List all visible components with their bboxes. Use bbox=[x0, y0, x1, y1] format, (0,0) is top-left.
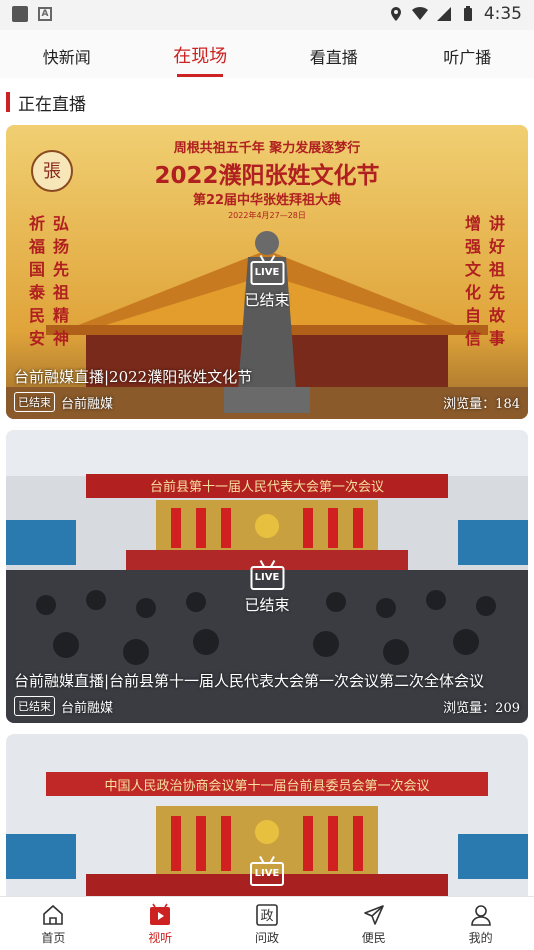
card-footer: 已结束 台前融媒 浏览量：209 bbox=[14, 696, 520, 716]
card-title: 台前融媒直播|2022濮阳张姓文化节 bbox=[14, 368, 253, 386]
svg-text:2022年4月27—28日: 2022年4月27—28日 bbox=[228, 210, 306, 220]
svg-text:政: 政 bbox=[260, 909, 273, 924]
nav-profile[interactable]: 我的 bbox=[427, 897, 534, 950]
live-tv-icon: LIVE bbox=[250, 862, 284, 886]
wifi-icon bbox=[411, 6, 428, 21]
live-status: 已结束 bbox=[244, 596, 290, 614]
card-source: 台前融媒 bbox=[61, 396, 114, 412]
card-source: 台前融媒 bbox=[61, 700, 114, 716]
section-title: 正在直播 bbox=[18, 94, 86, 115]
top-tab-bar: 快新闻 在现场 看直播 听广播 bbox=[0, 30, 534, 78]
nav-video-label: 视听 bbox=[148, 931, 173, 945]
video-play-icon bbox=[150, 903, 171, 925]
notification-icon bbox=[12, 6, 28, 22]
location-icon bbox=[390, 7, 401, 21]
live-status: 已结束 bbox=[244, 291, 290, 309]
view-count: 浏览量：184 bbox=[443, 396, 520, 412]
home-icon bbox=[43, 904, 64, 925]
section-accent-bar bbox=[6, 92, 10, 112]
card-footer: 已结束 台前融媒 浏览量：184 bbox=[14, 392, 520, 412]
ended-badge: 已结束 bbox=[14, 696, 55, 716]
view-count: 浏览量：209 bbox=[443, 700, 520, 716]
nav-home-label: 首页 bbox=[41, 931, 66, 945]
svg-text:第22届中华张姓拜祖大典: 第22届中华张姓拜祖大典 bbox=[193, 192, 341, 208]
nav-politics[interactable]: 政 问政 bbox=[214, 897, 321, 950]
card-title: 台前融媒直播|台前县第十一届人民代表大会第一次会议第二次全体会议 bbox=[14, 672, 485, 690]
live-card-1[interactable]: 張 周根共祖五千年 聚力发展逐梦行 2022濮阳张姓文化节 第22届中华张姓拜祖… bbox=[6, 125, 528, 419]
nav-profile-label: 我的 bbox=[468, 931, 493, 945]
app-a-icon: A bbox=[38, 7, 52, 21]
status-time: 4:35 bbox=[483, 4, 522, 24]
section-header: 正在直播 bbox=[6, 90, 86, 115]
live-tv-icon: LIVE bbox=[249, 566, 284, 590]
nav-services[interactable]: 便民 bbox=[320, 897, 427, 950]
svg-text:中国人民政治协商会议第十一届台前县委员会第一次会议: 中国人民政治协商会议第十一届台前县委员会第一次会议 bbox=[104, 778, 429, 794]
svg-text:2022濮阳张姓文化节: 2022濮阳张姓文化节 bbox=[154, 162, 379, 189]
signal-icon bbox=[436, 7, 451, 21]
tab-news[interactable]: 快新闻 bbox=[0, 30, 134, 78]
bottom-nav: 首页 视听 政 问政 便民 我的 bbox=[0, 896, 534, 950]
svg-text:張: 張 bbox=[43, 161, 61, 182]
live-indicator: LIVE 已结束 bbox=[244, 261, 290, 310]
svg-text:台前县第十一届人民代表大会第一次会议: 台前县第十一届人民代表大会第一次会议 bbox=[150, 479, 384, 495]
live-indicator: LIVE bbox=[250, 862, 284, 886]
nav-video[interactable]: 视听 bbox=[107, 897, 214, 950]
live-indicator: LIVE 已结束 bbox=[244, 566, 290, 615]
live-tv-icon: LIVE bbox=[249, 261, 284, 285]
tab-live[interactable]: 看直播 bbox=[267, 30, 401, 78]
ended-badge: 已结束 bbox=[14, 392, 55, 412]
live-card-2[interactable]: 台前县第十一届人民代表大会第一次会议 LIVE 已结束 台前融媒直播|台前县第十… bbox=[6, 430, 528, 723]
tab-on-site[interactable]: 在现场 bbox=[134, 30, 268, 78]
live-card-3[interactable]: 中国人民政治协商会议第十一届台前县委员会第一次会议 LIVE bbox=[6, 734, 528, 896]
battery-icon bbox=[463, 6, 472, 21]
nav-home[interactable]: 首页 bbox=[0, 897, 107, 950]
nav-politics-label: 问政 bbox=[254, 931, 279, 945]
svg-text:周根共祖五千年 聚力发展逐梦行: 周根共祖五千年 聚力发展逐梦行 bbox=[174, 140, 361, 156]
send-icon bbox=[363, 905, 384, 925]
user-icon bbox=[470, 905, 491, 926]
status-bar: A 4:35 bbox=[0, 0, 534, 30]
politics-icon: 政 bbox=[256, 904, 278, 926]
tab-radio[interactable]: 听广播 bbox=[401, 30, 534, 78]
nav-services-label: 便民 bbox=[361, 931, 386, 945]
